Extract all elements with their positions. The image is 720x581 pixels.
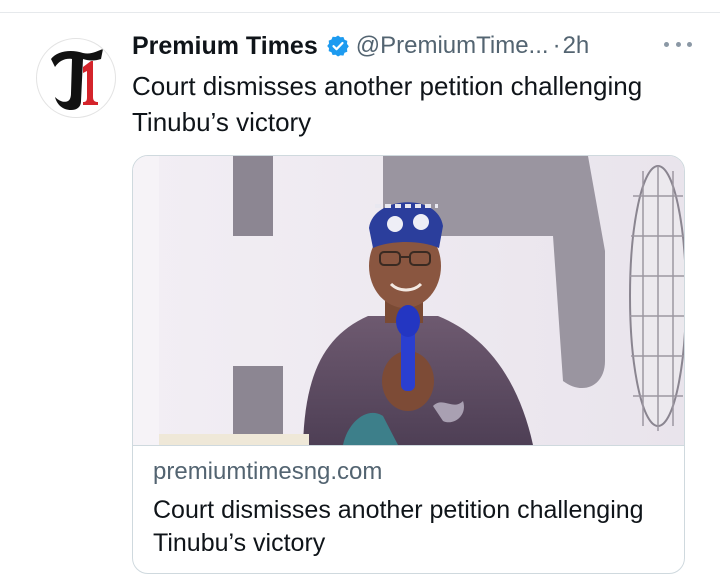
author-name[interactable]: Premium Times xyxy=(132,32,318,61)
timeline-divider xyxy=(0,12,720,13)
card-domain: premiumtimesng.com xyxy=(153,458,383,485)
tweet-text: Court dismisses another petition challen… xyxy=(132,71,643,137)
separator-dot: · xyxy=(552,32,561,59)
verified-badge-icon xyxy=(326,34,350,58)
avatar[interactable] xyxy=(36,38,116,118)
tweet-header: Premium Times @PremiumTime... · 2h xyxy=(132,30,692,62)
more-options-icon[interactable] xyxy=(664,34,692,54)
card-image[interactable] xyxy=(133,156,685,445)
premium-times-logo-icon xyxy=(51,49,103,110)
timestamp[interactable]: 2h xyxy=(563,32,590,60)
author-handle[interactable]: @PremiumTime... xyxy=(356,32,549,60)
link-card[interactable]: premiumtimesng.com Court dismisses anoth… xyxy=(132,155,685,574)
card-divider xyxy=(133,445,684,446)
card-title: Court dismisses another petition challen… xyxy=(153,496,644,557)
